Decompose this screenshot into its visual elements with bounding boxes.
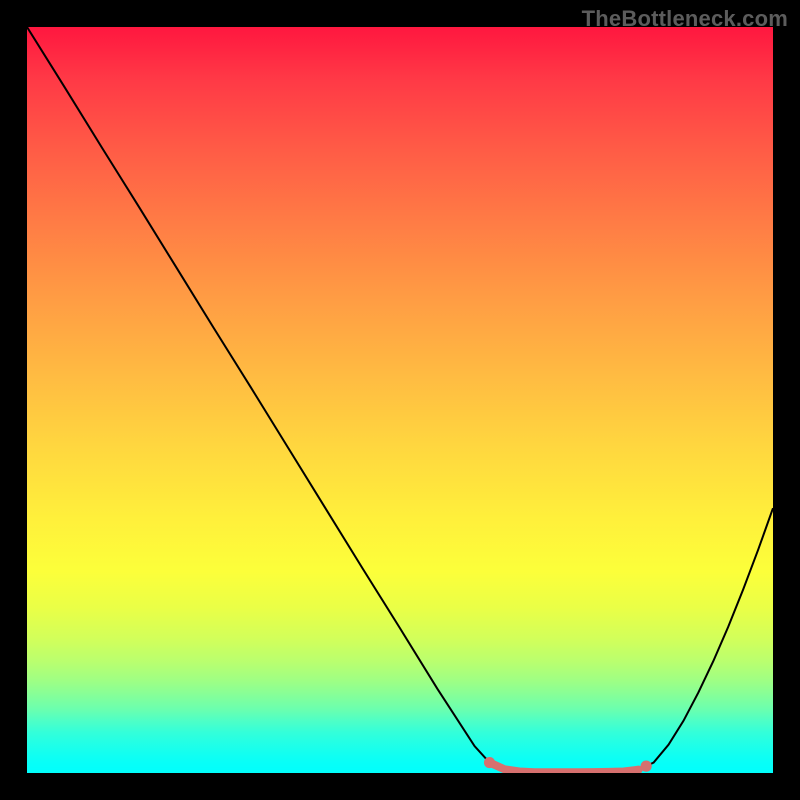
watermark-text: TheBottleneck.com — [582, 6, 788, 32]
chart-container: TheBottleneck.com — [0, 0, 800, 800]
plot-area — [27, 27, 773, 773]
bottleneck-curve — [27, 27, 773, 773]
optimal-range-marker — [27, 27, 773, 773]
